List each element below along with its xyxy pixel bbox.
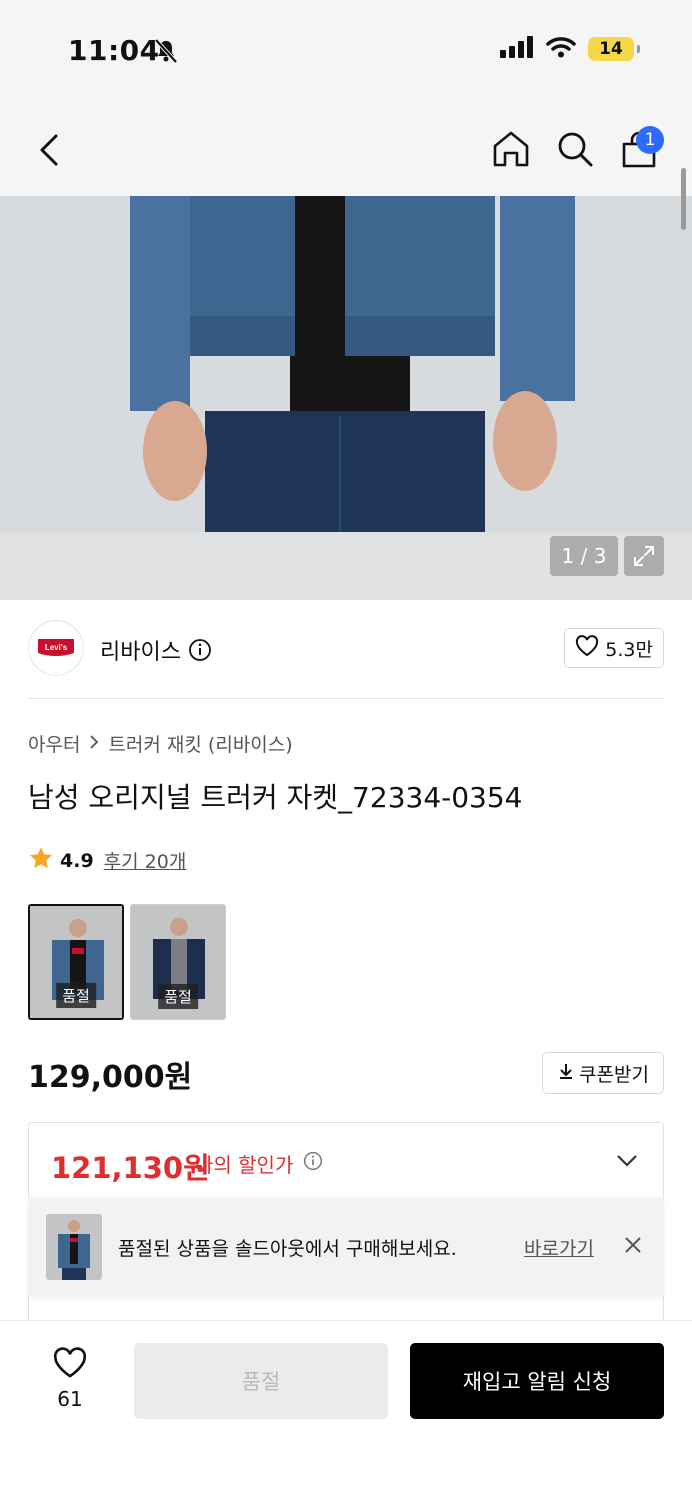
bottom-action-bar: 61 품절 재입고 알림 신청 xyxy=(0,1320,692,1500)
restock-alert-button[interactable]: 재입고 알림 신청 xyxy=(410,1343,664,1419)
product-price: 129,000원 xyxy=(28,1060,193,1095)
brand-like-button[interactable]: 5.3만 xyxy=(564,628,664,668)
toast-thumbnail xyxy=(46,1214,102,1280)
home-icon[interactable] xyxy=(490,128,532,174)
close-icon[interactable] xyxy=(622,1234,644,1260)
brand-like-count: 5.3만 xyxy=(605,638,653,661)
soldout-toast[interactable]: 품절된 상품을 솔드아웃에서 구매해보세요. 바로가기 xyxy=(28,1198,664,1296)
download-icon xyxy=(557,1062,575,1085)
cart-count-badge: 1 xyxy=(636,126,664,154)
chevron-right-icon xyxy=(88,733,100,755)
divider xyxy=(28,698,664,699)
wishlist-count: 61 xyxy=(57,1387,83,1411)
brand-name[interactable]: 리바이스 xyxy=(100,634,181,666)
heart-icon xyxy=(575,634,599,662)
brand-logo[interactable]: Levi's xyxy=(28,620,84,676)
toast-message: 품절된 상품을 솔드아웃에서 구매해보세요. xyxy=(118,1238,457,1260)
heart-icon xyxy=(52,1347,88,1383)
status-time: 11:04 xyxy=(68,34,160,67)
search-icon[interactable] xyxy=(554,128,596,174)
battery-indicator: 14 xyxy=(588,37,640,61)
status-bar: 11:04 14 xyxy=(0,0,692,100)
rating-score: 4.9 xyxy=(60,849,94,872)
star-icon xyxy=(28,845,54,876)
discount-label: 나의 할인가 xyxy=(195,1153,294,1177)
signal-icon xyxy=(500,36,534,62)
coupon-label: 쿠폰받기 xyxy=(579,1063,649,1086)
discount-price: 121,130원 xyxy=(51,1151,210,1185)
variant-swatch-2[interactable]: 품절 xyxy=(130,904,226,1020)
wifi-icon xyxy=(546,36,576,62)
wishlist-button[interactable]: 61 xyxy=(36,1347,104,1419)
coupon-button[interactable]: 쿠폰받기 xyxy=(542,1052,664,1094)
image-counter: 1 / 3 xyxy=(550,536,618,576)
expand-icon[interactable] xyxy=(624,536,664,576)
product-title: 남성 오리지널 트러커 자켓_72334-0354 xyxy=(28,781,523,814)
breadcrumb-category[interactable]: 아우터 xyxy=(28,730,80,757)
jacket-photo xyxy=(0,196,692,532)
bell-muted-icon xyxy=(152,38,180,68)
scrollbar[interactable] xyxy=(681,168,686,230)
brand-row[interactable]: Levi's 리바이스 5.3만 xyxy=(28,620,664,678)
breadcrumb: 아우터 트러커 재킷 (리바이스) xyxy=(28,730,293,757)
variant-swatch-1[interactable]: 품절 xyxy=(28,904,124,1020)
review-link[interactable]: 후기 20개 xyxy=(104,847,187,874)
nav-bar xyxy=(0,100,692,196)
chevron-down-icon[interactable] xyxy=(615,1153,639,1173)
soldout-tag: 품절 xyxy=(158,984,198,1009)
rating[interactable]: 4.9 후기 20개 xyxy=(28,845,186,876)
soldout-tag: 품절 xyxy=(56,983,96,1008)
soldout-button[interactable]: 품절 xyxy=(134,1343,388,1419)
svg-text:Levi's: Levi's xyxy=(45,643,68,652)
back-icon[interactable] xyxy=(30,128,70,172)
breadcrumb-subcategory[interactable]: 트러커 재킷 (리바이스) xyxy=(108,730,292,757)
info-icon[interactable] xyxy=(303,1151,323,1175)
toast-link[interactable]: 바로가기 xyxy=(524,1234,594,1261)
info-icon[interactable] xyxy=(188,638,212,666)
